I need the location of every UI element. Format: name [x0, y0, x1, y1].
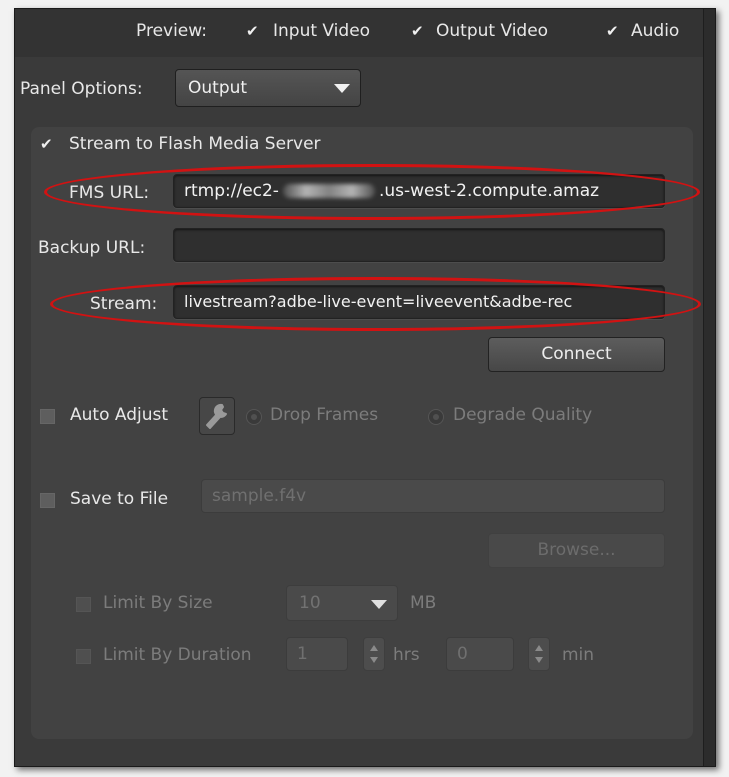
- encoder-panel-window: Preview: Input Video Output Video Audio …: [14, 8, 716, 767]
- limit-by-size-label[interactable]: Limit By Size: [103, 593, 213, 613]
- hours-stepper[interactable]: [363, 637, 385, 671]
- fms-url-suffix: .us-west-2.compute.amaz: [378, 181, 600, 201]
- size-limit-value: 10: [299, 593, 321, 613]
- drop-frames-label[interactable]: Drop Frames: [270, 405, 378, 425]
- backup-url-label: Backup URL:: [38, 238, 146, 258]
- auto-adjust-checkbox[interactable]: [40, 409, 55, 424]
- browse-button[interactable]: Browse...: [488, 533, 665, 568]
- size-limit-dropdown[interactable]: 10: [286, 585, 398, 621]
- minutes-unit-label: min: [562, 645, 595, 665]
- redacted-blur: [282, 184, 375, 198]
- duration-hours-input[interactable]: 1: [286, 637, 348, 671]
- chevron-down-icon: [334, 84, 350, 93]
- fms-url-input[interactable]: rtmp://ec2- .us-west-2.compute.amaz: [173, 174, 665, 208]
- chevron-down-icon: [371, 600, 387, 609]
- limit-by-size-checkbox[interactable]: [76, 597, 91, 612]
- degrade-quality-radio[interactable]: [428, 409, 444, 425]
- limit-by-duration-label[interactable]: Limit By Duration: [103, 645, 252, 665]
- connect-button[interactable]: Connect: [488, 337, 665, 372]
- degrade-quality-label[interactable]: Degrade Quality: [453, 405, 592, 425]
- output-video-label[interactable]: Output Video: [436, 21, 548, 41]
- size-unit-label: MB: [410, 593, 437, 613]
- stream-to-fms-checkbox[interactable]: [40, 135, 55, 153]
- stream-input[interactable]: livestream?adbe-live-event=liveevent&adb…: [173, 285, 665, 319]
- panel-options-value: Output: [188, 78, 248, 98]
- panel-options-dropdown[interactable]: Output: [175, 69, 361, 107]
- fms-url-prefix: rtmp://ec2-: [184, 181, 279, 201]
- drop-frames-radio[interactable]: [246, 409, 262, 425]
- hours-unit-label: hrs: [393, 645, 420, 665]
- duration-minutes-input[interactable]: 0: [446, 637, 514, 671]
- right-edge-divider: [703, 9, 715, 766]
- wrench-settings-button[interactable]: [199, 397, 235, 435]
- auto-adjust-label[interactable]: Auto Adjust: [70, 405, 168, 425]
- wrench-icon: [206, 403, 227, 429]
- stream-label: Stream:: [90, 294, 158, 314]
- fms-url-label: FMS URL:: [69, 183, 150, 203]
- backup-url-input[interactable]: [173, 228, 665, 262]
- panel-options-label: Panel Options:: [20, 79, 143, 99]
- audio-checkbox[interactable]: [606, 22, 621, 40]
- input-video-checkbox[interactable]: [246, 22, 261, 40]
- save-file-path-input[interactable]: sample.f4v: [201, 479, 665, 513]
- save-to-file-checkbox[interactable]: [40, 493, 55, 508]
- save-to-file-label[interactable]: Save to File: [70, 489, 168, 509]
- output-video-checkbox[interactable]: [411, 22, 426, 40]
- audio-label[interactable]: Audio: [631, 21, 679, 41]
- input-video-label[interactable]: Input Video: [273, 21, 370, 41]
- limit-by-duration-checkbox[interactable]: [76, 649, 91, 664]
- minutes-stepper[interactable]: [528, 637, 550, 671]
- save-file-placeholder: sample.f4v: [212, 486, 307, 506]
- stream-to-fms-label[interactable]: Stream to Flash Media Server: [69, 134, 321, 154]
- preview-label: Preview:: [136, 21, 207, 41]
